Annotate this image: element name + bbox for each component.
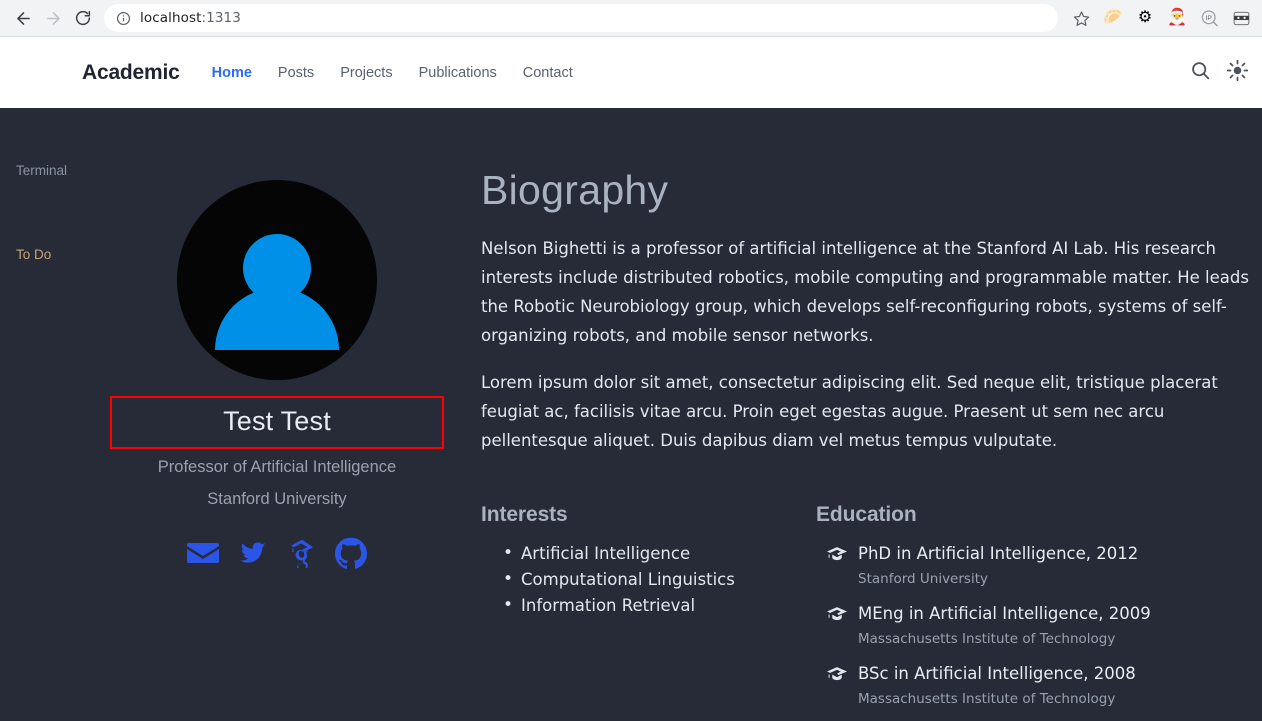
graduation-cap-glyph [827,667,847,681]
graduation-cap-icon [816,601,858,651]
scholar-cap-g-glyph [291,539,313,568]
github-cat-glyph [335,537,367,569]
info-circle-icon [116,11,131,25]
education-entry: MEng in Artificial Intelligence, 2009 Ma… [858,601,1251,651]
graduation-cap-icon [816,541,858,591]
desktop-icon-terminal[interactable]: Terminal [8,160,75,181]
profile-name: Test Test [223,406,331,436]
mask-icon [1233,11,1249,25]
site-brand[interactable]: Academic [82,61,180,85]
profile-organization: Stanford University [207,490,347,508]
user-silhouette-icon [215,234,339,350]
site-navbar: Academic Home Posts Projects Publication… [0,37,1262,108]
browser-nav-buttons [0,3,98,33]
twitter-bird-glyph [240,542,266,563]
address-bar[interactable]: localhost:1313 [104,4,1058,32]
biography-paragraph-1: Nelson Bighetti is a professor of artifi… [481,239,1249,346]
url-text: localhost:1313 [140,10,241,26]
education-institution: Stanford University [858,571,988,588]
interests-list: Artificial Intelligence Computational Li… [481,540,816,619]
nav-item-contact[interactable]: Contact [523,65,573,81]
education-institution: Massachusetts Institute of Technology [858,631,1116,648]
list-item: BSc in Artificial Intelligence, 2008 Mas… [816,661,1251,711]
extension-icon-masked-face[interactable] [1226,3,1256,33]
star-icon [1073,10,1089,26]
education-course: PhD in Artificial Intelligence, 2012 [858,544,1139,564]
education-course: MEng in Artificial Intelligence, 2009 [858,604,1151,624]
interests-title: Interests [481,503,568,527]
graduation-cap-icon [816,661,858,711]
nav-item-posts[interactable]: Posts [278,65,314,81]
extension-icon-orange-bird[interactable]: 🥟 [1098,3,1128,33]
bookmark-star-icon[interactable] [1066,3,1096,33]
name-highlight-box: Test Test [110,396,444,449]
back-arrow-icon [16,11,30,25]
profile-card: Test Test Professor of Artificial Intell… [110,108,444,569]
nav-item-home[interactable]: Home [212,65,252,81]
education-section: Education PhD in Artificial Intelligence… [816,503,1251,721]
list-item: MEng in Artificial Intelligence, 2009 Ma… [816,601,1251,651]
url-host: localhost [140,10,202,26]
profile-role: Professor of Artificial Intelligence [157,458,397,476]
google-scholar-icon[interactable] [287,538,317,568]
ip-magnifier-icon: IP [1201,9,1218,26]
interests-section: Interests Artificial Intelligence Comput… [481,503,816,721]
list-item: PhD in Artificial Intelligence, 2012 Sta… [816,541,1251,591]
biography-title: Biography [481,167,669,213]
education-institution: Massachusetts Institute of Technology [858,691,1116,708]
envelope-glyph [187,543,219,563]
list-item: Information Retrieval [481,592,816,619]
back-button[interactable] [8,3,38,33]
magnifier-glyph [1192,61,1210,79]
url-port: :1313 [201,10,241,26]
reload-icon [75,10,91,26]
site-nav-links: Home Posts Projects Publications Contact [212,65,573,81]
browser-toolbar: localhost:1313 🥟 ⚙ 🎅 IP [0,0,1262,37]
main-content: Biography Nelson Bighetti is a professor… [481,108,1251,721]
theme-toggle-icon[interactable] [1226,59,1249,86]
github-icon[interactable] [335,537,367,569]
email-icon[interactable] [187,540,219,566]
forward-arrow-icon [46,11,60,25]
site-information-icon[interactable] [116,11,131,26]
nav-item-projects[interactable]: Projects [340,65,392,81]
nav-item-publications[interactable]: Publications [419,65,497,81]
site-nav-actions [1190,59,1249,86]
desktop-icon-todo[interactable]: To Do [8,244,59,265]
interests-education-row: Interests Artificial Intelligence Comput… [481,503,1251,721]
biography-paragraph-2: Lorem ipsum dolor sit amet, consectetur … [481,373,1218,451]
page-body: Terminal To Do Test Test Professor of Ar… [0,108,1262,707]
education-entry: BSc in Artificial Intelligence, 2008 Mas… [858,661,1251,711]
extension-icon-gear[interactable]: ⚙ [1130,3,1160,33]
list-item: Artificial Intelligence [481,540,816,567]
avatar [177,180,377,380]
graduation-cap-glyph [827,607,847,621]
svg-text:IP: IP [1205,15,1212,22]
search-icon[interactable] [1190,60,1211,86]
education-title: Education [816,503,917,527]
education-course: BSc in Artificial Intelligence, 2008 [858,664,1136,684]
social-links [110,537,444,569]
sun-glyph [1226,59,1249,81]
extension-icon-santa-hat[interactable]: 🎅 [1162,3,1192,33]
reload-button[interactable] [68,3,98,33]
graduation-cap-glyph [827,547,847,561]
twitter-icon[interactable] [237,540,269,566]
list-item: Computational Linguistics [481,566,816,593]
education-entry: PhD in Artificial Intelligence, 2012 Sta… [858,541,1251,591]
forward-button[interactable] [38,3,68,33]
extension-icon-ip-lookup[interactable]: IP [1194,3,1224,33]
browser-extension-icons: 🥟 ⚙ 🎅 IP [1066,3,1262,33]
